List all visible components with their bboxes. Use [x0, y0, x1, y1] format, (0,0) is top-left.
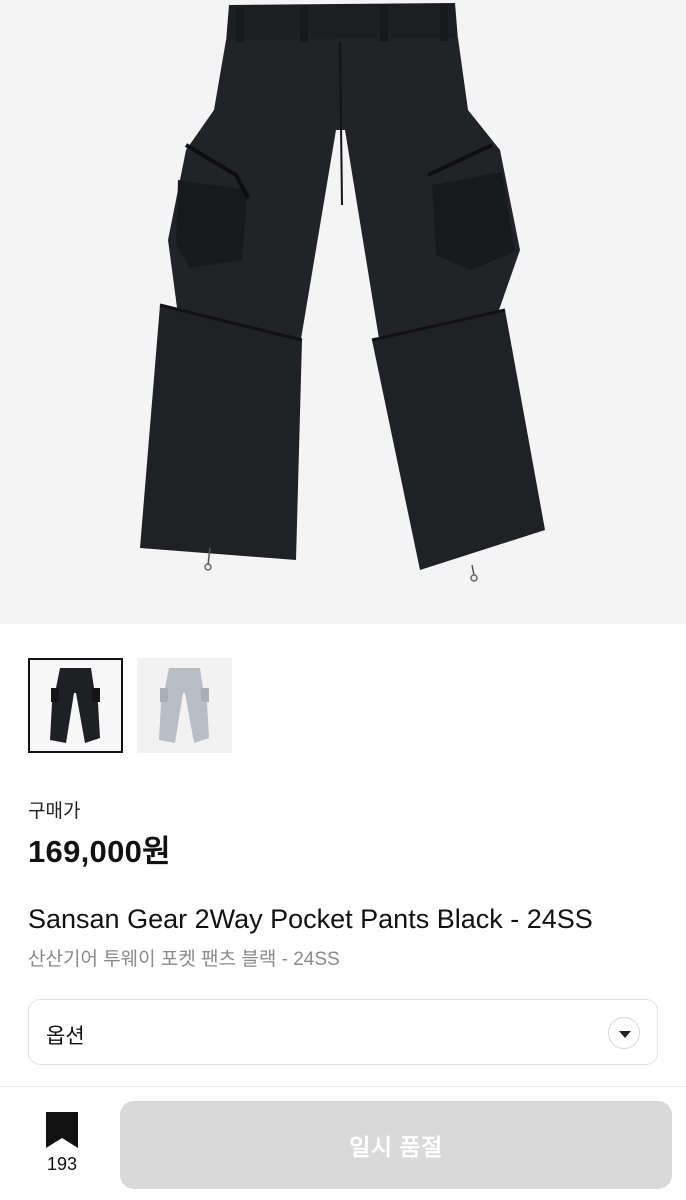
price-label: 구매가 [28, 801, 81, 822]
bookmark-button[interactable]: 193 [38, 1112, 86, 1182]
soldout-label: 일시 품절 [349, 1134, 443, 1160]
grey-pants-thumbnail [159, 668, 209, 743]
bookmark-icon [46, 1112, 78, 1148]
chevron-down-icon [608, 1017, 640, 1049]
thumbnail-list [28, 658, 232, 753]
thumbnail-black[interactable] [28, 658, 123, 753]
bookmark-count: 193 [46, 1154, 78, 1174]
product-price: 169,000원 [28, 834, 171, 869]
product-title-ko: 산산기어 투웨이 포켓 팬츠 블랙 - 24SS [28, 949, 340, 970]
black-pants-thumbnail [50, 668, 100, 743]
option-select[interactable]: 옵션 [28, 999, 658, 1065]
product-main-image[interactable] [0, 0, 686, 624]
product-title-en: Sansan Gear 2Way Pocket Pants Black - 24… [28, 904, 593, 934]
bottom-bar-divider [0, 1086, 686, 1087]
thumbnail-grey[interactable] [137, 658, 232, 753]
black-cargo-pants-image [140, 3, 545, 582]
option-label: 옵션 [46, 1025, 85, 1048]
soldout-button[interactable]: 일시 품절 [120, 1101, 672, 1189]
